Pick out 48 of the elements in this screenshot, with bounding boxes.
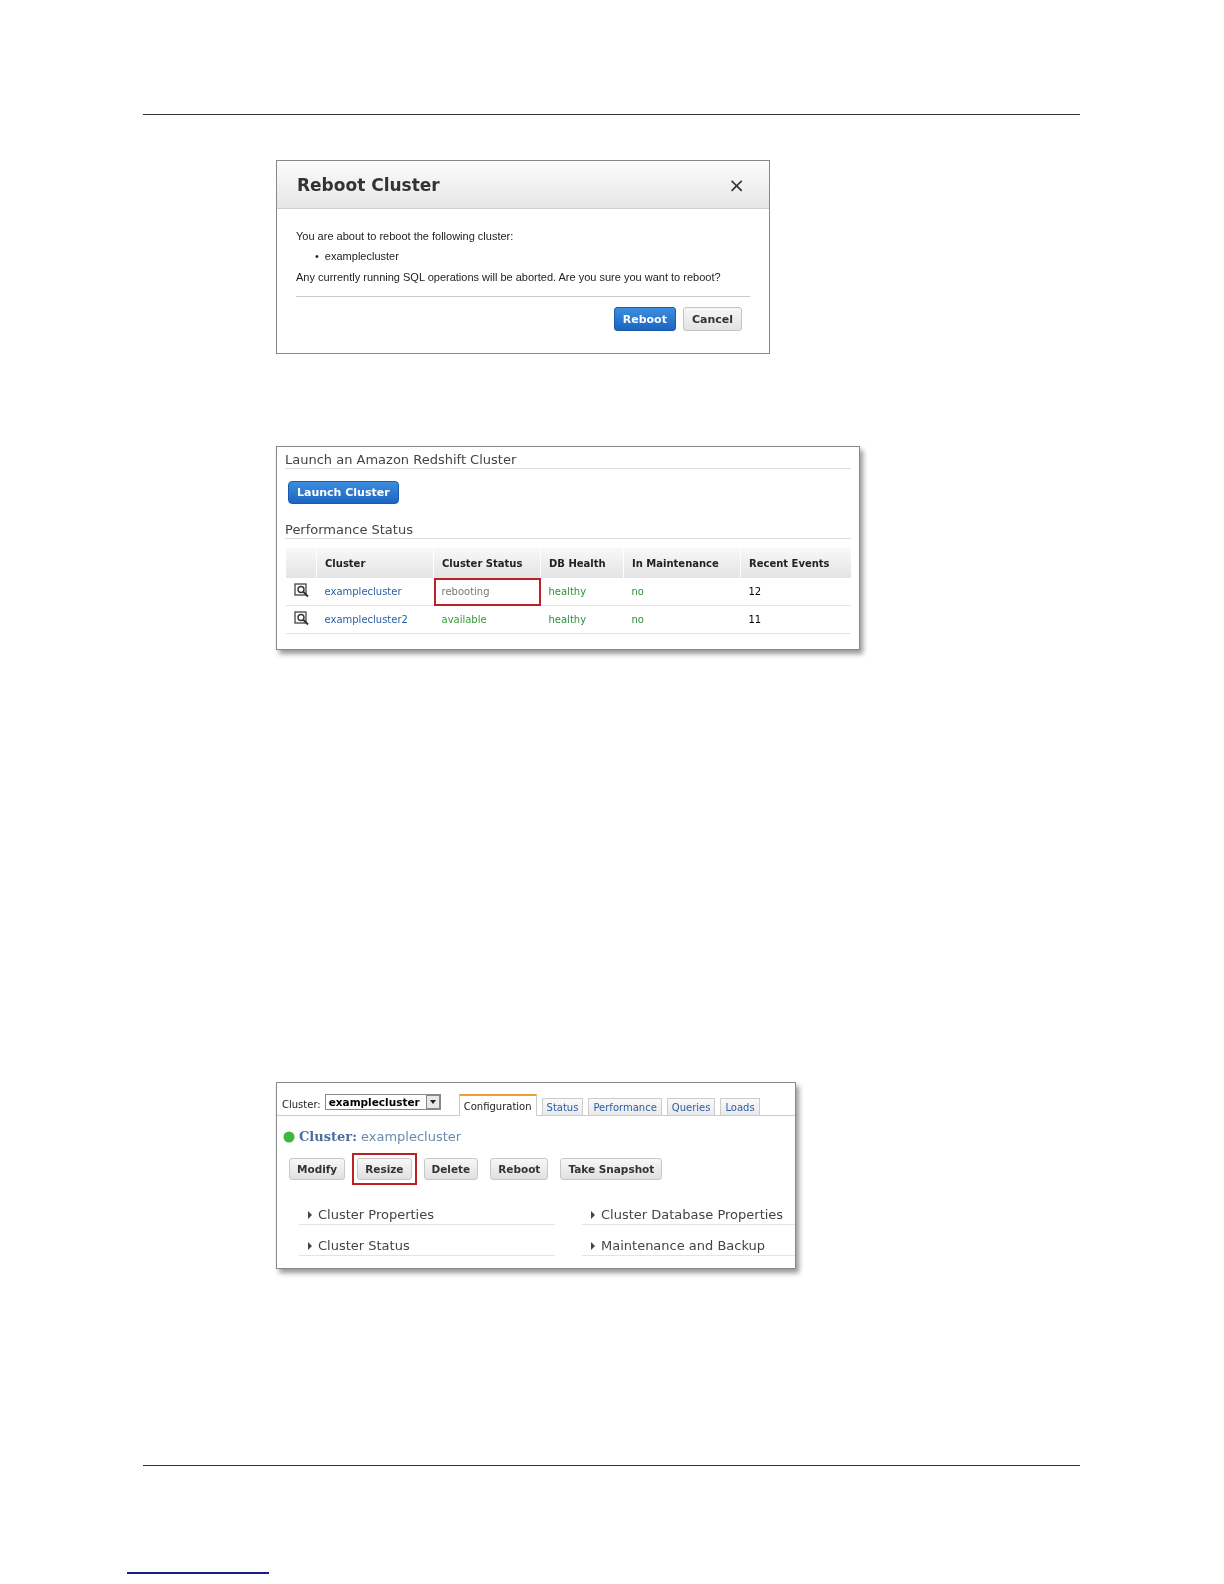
cluster-name: examplecluster [324,250,399,262]
column-header: In Maintenance [623,548,741,578]
events-cell: 11 [740,605,851,634]
cluster-dropdown[interactable]: examplecluster [324,1094,441,1110]
reboot-button[interactable]: Reboot [613,307,676,331]
dialog-message: You are about to reboot the following cluster: [296,230,515,242]
action-button[interactable]: Take Snapshot [560,1158,663,1180]
status-cell: rebooting [433,578,541,606]
section-heading: Performance Status [285,522,851,539]
warning-text: Any currently running SQL operations will be aborted. Are you sure you want to reboot? [296,271,722,283]
health-cell: healthy [540,605,624,634]
cluster-title-name: examplecluster [361,1129,462,1144]
status-dot-icon [283,1130,295,1143]
action-button[interactable]: Resize [357,1158,412,1180]
cluster-link[interactable]: examplecluster [316,578,434,606]
maintenance-cell: no [623,605,741,634]
status-cell: available [433,605,541,634]
action-button[interactable]: Reboot [490,1158,549,1180]
column-header: Cluster Status [433,548,541,578]
tab[interactable]: Queries [666,1098,716,1115]
events-cell: 12 [740,578,851,606]
cluster-title-label: Cluster: [299,1129,357,1144]
cluster-selector-label: Cluster: [282,1099,321,1110]
details-icon[interactable] [293,583,309,598]
details-icon[interactable] [293,611,309,626]
column-header: Recent Events [740,548,851,578]
section-heading: Launch an Amazon Redshift Cluster [285,447,851,469]
action-button[interactable]: Delete [423,1158,479,1180]
tab[interactable]: Performance [588,1098,662,1115]
launch-cluster-button[interactable]: Launch Cluster [288,481,399,504]
dialog-title: Reboot Cluster [297,174,440,195]
section-toggle[interactable]: Cluster Database Properties [582,1207,795,1225]
tab[interactable]: Loads [720,1098,760,1115]
health-cell: healthy [540,578,624,606]
cancel-button[interactable]: Cancel [682,307,742,331]
action-button[interactable]: Modify [289,1158,346,1180]
cluster-link[interactable]: examplecluster2 [316,605,434,634]
tab[interactable]: Configuration [458,1094,537,1116]
dropdown-caret-icon [425,1095,440,1109]
section-toggle[interactable]: Maintenance and Backup [582,1238,795,1256]
bullet: • [315,250,319,262]
section-toggle[interactable]: Cluster Properties [299,1207,555,1225]
section-toggle[interactable]: Cluster Status [299,1238,555,1256]
close-button[interactable]: × [724,172,749,197]
tab[interactable]: Status [541,1098,584,1115]
maintenance-cell: no [623,578,741,606]
column-header: DB Health [540,548,624,578]
column-header: Cluster [316,548,434,578]
